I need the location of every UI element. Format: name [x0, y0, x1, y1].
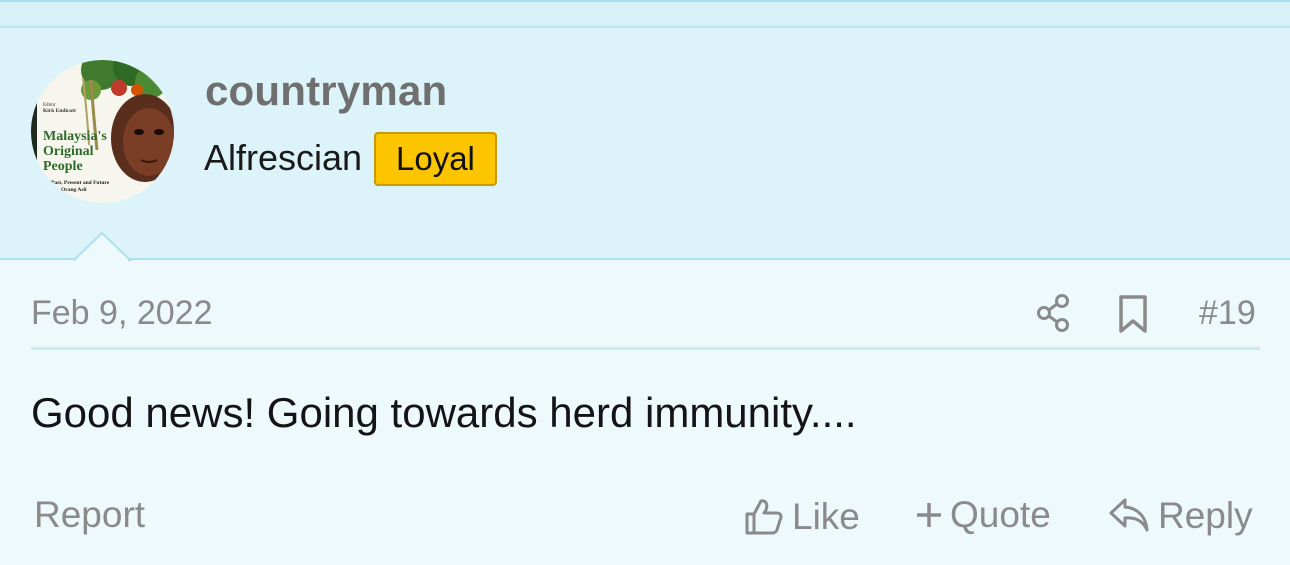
user-panel: Editor Kirk Endicott Malaysia's Original… [0, 28, 1290, 260]
report-link[interactable]: Report [34, 496, 145, 533]
svg-text:Orang Asli: Orang Asli [61, 187, 87, 193]
avatar[interactable]: Editor Kirk Endicott Malaysia's Original… [31, 60, 174, 203]
reply-label: Reply [1158, 494, 1253, 536]
svg-text:Original: Original [43, 144, 94, 159]
username[interactable]: countryman [205, 70, 447, 112]
reply-icon [1109, 498, 1149, 532]
report-label: Report [34, 494, 146, 535]
user-title: Alfrescian [204, 137, 363, 178]
message-body: Good news! Going towards herd immunity..… [31, 389, 857, 436]
top-strip [0, 0, 1290, 28]
quote-label: Quote [950, 494, 1051, 535]
reply-button[interactable]: Reply [1108, 496, 1253, 534]
post-divider [31, 347, 1260, 350]
bookmark-icon[interactable] [1117, 294, 1151, 334]
svg-text:Kirk Endicott: Kirk Endicott [43, 108, 76, 114]
plus-icon [917, 502, 941, 527]
post-date[interactable]: Feb 9, 2022 [31, 296, 212, 330]
post-number[interactable]: #19 [1199, 296, 1256, 330]
quote-button[interactable]: Quote [914, 496, 1051, 533]
svg-text:Past, Present and Future: Past, Present and Future [51, 180, 110, 186]
svg-text:People: People [43, 159, 83, 174]
avatar-image: Editor Kirk Endicott Malaysia's Original… [31, 60, 174, 203]
svg-text:Malaysia's: Malaysia's [43, 129, 107, 144]
like-button[interactable]: Like [744, 496, 860, 536]
thumbs-up-icon [745, 499, 783, 535]
like-label: Like [792, 495, 860, 537]
share-icon[interactable] [1036, 293, 1072, 333]
user-badge: Loyal [374, 132, 497, 186]
